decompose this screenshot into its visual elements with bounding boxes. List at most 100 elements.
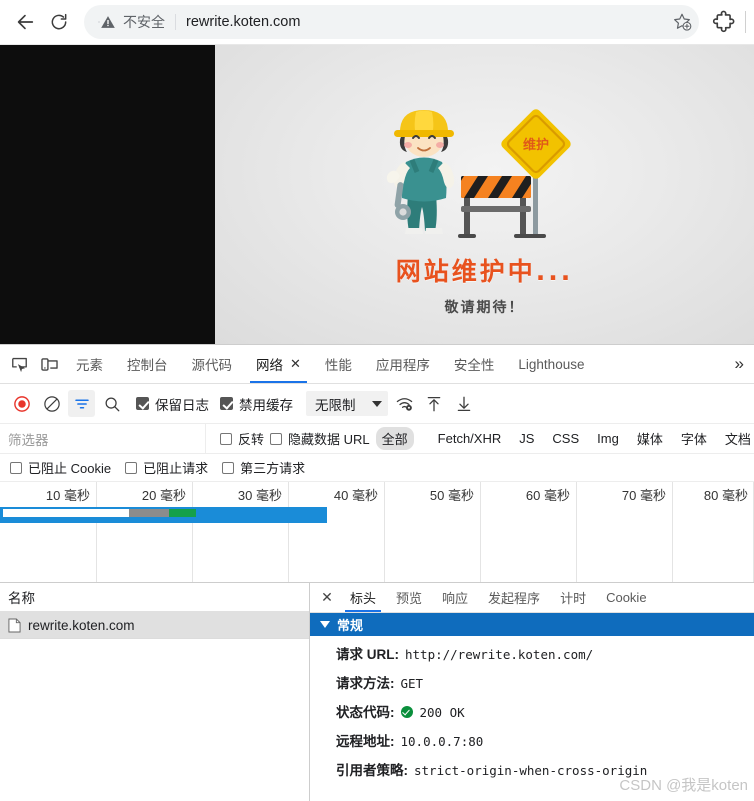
field-referrer-policy: 引用者策略: strict-origin-when-cross-origin bbox=[336, 759, 754, 779]
tab-network-label: 网络 bbox=[256, 358, 283, 373]
more-tabs-button[interactable]: » bbox=[725, 345, 754, 383]
record-button[interactable] bbox=[8, 390, 35, 417]
invert-checkbox[interactable] bbox=[220, 432, 232, 445]
field-remote-address: 远程地址: 10.0.0.7:80 bbox=[336, 730, 754, 750]
detail-tab-response[interactable]: 响应 bbox=[432, 583, 478, 612]
tab-elements-label: 元素 bbox=[76, 358, 103, 373]
third-party-requests-label: 第三方请求 bbox=[240, 461, 306, 476]
reload-button[interactable] bbox=[42, 5, 76, 39]
filter-type-all[interactable]: 全部 bbox=[375, 427, 414, 450]
tab-console[interactable]: 控制台 bbox=[115, 345, 180, 383]
throttling-dropdown[interactable]: 无限制 bbox=[306, 391, 388, 416]
overview-request-bar bbox=[0, 507, 327, 523]
detail-tab-initiator[interactable]: 发起程序 bbox=[478, 583, 550, 612]
general-section-header[interactable]: 常规 bbox=[310, 613, 754, 636]
sign-text: 维护 bbox=[522, 137, 548, 153]
close-detail-button[interactable]: ✕ bbox=[314, 583, 340, 612]
preserve-log-label: 保留日志 bbox=[155, 397, 209, 413]
detail-tab-preview-label: 预览 bbox=[396, 591, 423, 606]
export-har-button[interactable] bbox=[451, 390, 478, 417]
device-toolbar-button[interactable] bbox=[34, 345, 64, 383]
tab-elements[interactable]: 元素 bbox=[64, 345, 115, 383]
inspect-element-button[interactable] bbox=[4, 345, 34, 383]
upload-arrow-icon bbox=[427, 396, 441, 411]
page-viewport: 维护 网站维护中... 敬请期待！ bbox=[0, 45, 754, 344]
filter-type-img[interactable]: Img bbox=[591, 429, 625, 448]
chevron-down-icon bbox=[371, 400, 382, 407]
field-request-url: 请求 URL: http://rewrite.koten.com/ bbox=[336, 643, 754, 663]
tab-lighthouse-label: Lighthouse bbox=[518, 356, 585, 372]
maintenance-sign: 维护 bbox=[500, 109, 571, 238]
disable-cache-option[interactable]: 禁用缓存 bbox=[220, 394, 293, 414]
filter-input[interactable]: 筛选器 bbox=[0, 424, 206, 453]
disable-cache-checkbox[interactable] bbox=[220, 397, 233, 410]
blocked-cookies-label: 已阻止 Cookie bbox=[28, 461, 112, 476]
detail-tab-preview[interactable]: 预览 bbox=[386, 583, 432, 612]
detail-tabbar: ✕ 标头 预览 响应 发起程序 计时 Cookie bbox=[310, 583, 754, 613]
filter-type-doc[interactable]: 文档 bbox=[719, 427, 754, 450]
preserve-log-option[interactable]: 保留日志 bbox=[136, 394, 209, 414]
table-row[interactable]: rewrite.koten.com bbox=[0, 612, 309, 639]
tab-network-close-icon[interactable]: ✕ bbox=[290, 356, 301, 372]
blocked-requests-checkbox[interactable] bbox=[125, 461, 138, 474]
tab-application[interactable]: 应用程序 bbox=[364, 345, 442, 383]
address-bar[interactable]: 不安全 rewrite.koten.com bbox=[84, 5, 699, 39]
security-status-label: 不安全 bbox=[123, 14, 165, 30]
detail-tab-timing[interactable]: 计时 bbox=[550, 583, 596, 612]
extensions-puzzle-icon[interactable] bbox=[711, 9, 737, 35]
tab-application-label: 应用程序 bbox=[375, 358, 430, 373]
tab-lighthouse[interactable]: Lighthouse bbox=[506, 345, 596, 383]
detail-tab-headers[interactable]: 标头 bbox=[340, 583, 386, 612]
url-text[interactable]: rewrite.koten.com bbox=[186, 14, 667, 30]
network-conditions-button[interactable] bbox=[391, 390, 418, 417]
general-fields: 请求 URL: http://rewrite.koten.com/ 请求方法: … bbox=[310, 636, 754, 779]
hide-data-urls-checkbox[interactable] bbox=[270, 432, 283, 445]
back-button[interactable] bbox=[8, 5, 42, 39]
detail-tab-initiator-label: 发起程序 bbox=[488, 591, 541, 606]
blocked-filter-bar: 已阻止 Cookie 已阻止请求 第三方请求 bbox=[0, 454, 754, 482]
maintenance-illustration: 维护 bbox=[360, 100, 610, 250]
overview-tick-50ms: 50 毫秒 bbox=[429, 488, 474, 503]
inspect-element-icon bbox=[11, 357, 27, 372]
insecure-warning-icon[interactable] bbox=[100, 14, 116, 30]
field-referrer-policy-key: 引用者策略: bbox=[336, 763, 408, 778]
import-har-button[interactable] bbox=[421, 390, 448, 417]
filter-type-fetch-xhr[interactable]: Fetch/XHR bbox=[432, 429, 508, 448]
disable-cache-label: 禁用缓存 bbox=[239, 397, 293, 413]
tab-security[interactable]: 安全性 bbox=[442, 345, 507, 383]
third-party-requests-checkbox[interactable] bbox=[222, 461, 235, 474]
search-button[interactable] bbox=[98, 390, 125, 417]
request-detail-panel: ✕ 标头 预览 响应 发起程序 计时 Cookie 常规 请求 URL: htt… bbox=[310, 583, 754, 801]
toolbar-divider bbox=[745, 11, 746, 33]
tab-network[interactable]: 网络 ✕ bbox=[244, 345, 313, 383]
detail-tab-cookies-label: Cookie bbox=[606, 590, 647, 605]
request-list-header[interactable]: 名称 bbox=[0, 583, 309, 612]
filter-type-font[interactable]: 字体 bbox=[675, 427, 713, 450]
back-arrow-icon bbox=[17, 14, 34, 30]
request-list: 名称 rewrite.koten.com bbox=[0, 583, 310, 801]
filter-type-js[interactable]: JS bbox=[513, 429, 540, 448]
field-status-code-key: 状态代码: bbox=[336, 705, 395, 720]
worker-figure bbox=[386, 110, 454, 234]
overview-tick-60ms: 60 毫秒 bbox=[525, 488, 570, 503]
browser-toolbar: 不安全 rewrite.koten.com bbox=[0, 0, 754, 45]
field-referrer-policy-value: strict-origin-when-cross-origin bbox=[414, 763, 648, 778]
bookmark-star-icon[interactable] bbox=[671, 11, 693, 33]
status-ok-icon bbox=[400, 706, 413, 718]
detail-tab-cookies[interactable]: Cookie bbox=[596, 583, 656, 612]
field-request-url-value: http://rewrite.koten.com/ bbox=[405, 647, 594, 662]
search-icon bbox=[105, 397, 119, 411]
overview-ruler: 10 毫秒 20 毫秒 30 毫秒 40 毫秒 50 毫秒 60 毫秒 70 毫… bbox=[0, 482, 754, 582]
viewport-dark-region bbox=[0, 45, 215, 344]
request-name: rewrite.koten.com bbox=[28, 617, 135, 633]
blocked-cookies-checkbox[interactable] bbox=[10, 461, 22, 474]
tab-performance[interactable]: 性能 bbox=[313, 345, 364, 383]
filter-type-css[interactable]: CSS bbox=[546, 429, 585, 448]
tab-sources[interactable]: 源代码 bbox=[180, 345, 245, 383]
detail-body: 常规 请求 URL: http://rewrite.koten.com/ 请求方… bbox=[310, 613, 754, 801]
clear-button[interactable] bbox=[38, 390, 65, 417]
filter-toggle-button[interactable] bbox=[68, 390, 95, 417]
network-overview[interactable]: 10 毫秒 20 毫秒 30 毫秒 40 毫秒 50 毫秒 60 毫秒 70 毫… bbox=[0, 482, 754, 583]
preserve-log-checkbox[interactable] bbox=[136, 397, 149, 410]
filter-type-media[interactable]: 媒体 bbox=[631, 427, 669, 450]
